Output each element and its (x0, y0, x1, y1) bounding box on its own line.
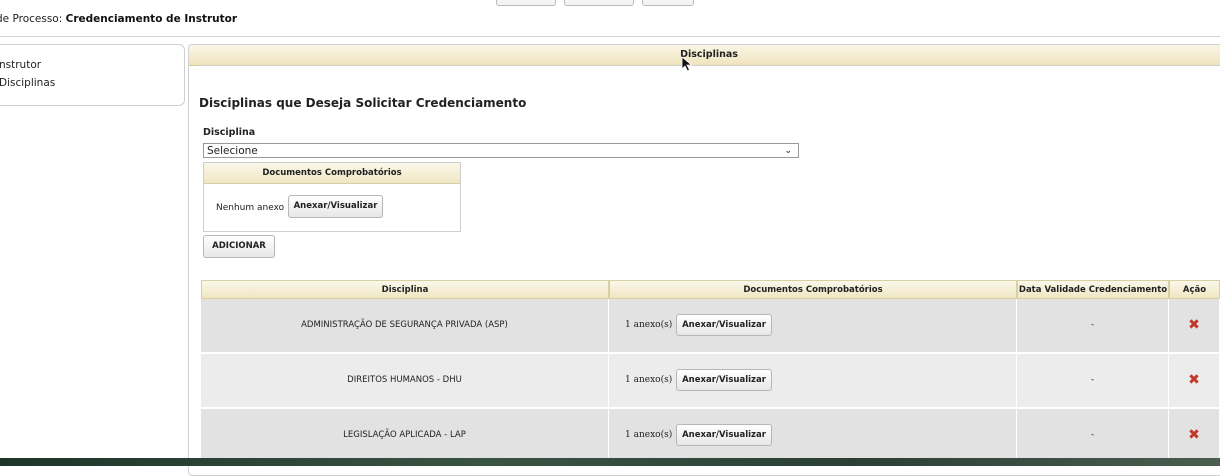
chevron-down-icon: ⌄ (784, 146, 792, 156)
delete-x-icon[interactable]: ✖ (1169, 354, 1219, 407)
attach-view-button[interactable]: Anexar/Visualizar (288, 195, 383, 218)
cell-disciplina: LEGISLAÇÃO APLICADA - LAP (201, 409, 609, 462)
cell-disciplina: DIREITOS HUMANOS - DHU (201, 354, 609, 407)
row-validade: - (1090, 375, 1095, 385)
row-validade: - (1090, 320, 1095, 330)
mouse-pointer-icon (681, 56, 693, 72)
row-attach-button[interactable]: Anexar/Visualizar (676, 314, 772, 336)
section-title: Disciplinas que Deseja Solicitar Credenc… (199, 96, 527, 110)
cell-acao: ✖ (1169, 409, 1220, 462)
col-header-acao: Ação (1169, 280, 1220, 299)
cell-acao: ✖ (1169, 354, 1220, 407)
desktop-background-strip (0, 458, 1220, 466)
table-row: LEGISLAÇÃO APLICADA - LAP 1 anexo(s) Ane… (201, 409, 1220, 462)
disciplina-select[interactable]: Selecione ⌄ (203, 143, 799, 158)
row-validade: - (1090, 430, 1095, 440)
top-button-3[interactable] (642, 0, 694, 6)
panel-title: Disciplinas (189, 45, 1220, 66)
sidebar: nstrutor Disciplinas (0, 44, 185, 106)
cell-documentos: 1 anexo(s) Anexar/Visualizar (609, 299, 1017, 352)
sidebar-item-instrutor[interactable]: nstrutor (0, 59, 41, 71)
select-value: Selecione (207, 145, 258, 157)
cell-documentos: 1 anexo(s) Anexar/Visualizar (609, 409, 1017, 462)
row-anexos: 1 anexo(s) (625, 320, 673, 330)
col-header-disciplina: Disciplina (201, 280, 609, 299)
no-attachment-text: Nenhum anexo (216, 203, 285, 213)
cell-documentos: 1 anexo(s) Anexar/Visualizar (609, 354, 1017, 407)
sidebar-item-disciplinas[interactable]: Disciplinas (0, 77, 55, 89)
cell-validade: - (1017, 299, 1169, 352)
top-toolbar (496, 0, 694, 6)
delete-x-icon[interactable]: ✖ (1169, 409, 1219, 462)
row-anexos: 1 anexo(s) (625, 430, 673, 440)
top-button-1[interactable] (496, 0, 556, 6)
col-header-documentos: Documentos Comprobatórios (609, 280, 1017, 299)
top-button-2[interactable] (564, 0, 634, 6)
cell-acao: ✖ (1169, 299, 1220, 352)
table-row: ADMINISTRAÇÃO DE SEGURANÇA PRIVADA (ASP)… (201, 299, 1220, 352)
delete-x-icon[interactable]: ✖ (1169, 299, 1219, 352)
process-name: Credenciamento de Instrutor (65, 13, 238, 25)
add-button[interactable]: ADICIONAR (203, 235, 275, 258)
process-label: de Processo: (0, 13, 63, 25)
cell-validade: - (1017, 409, 1169, 462)
header-divider (0, 36, 1220, 37)
process-header: de Processo: Credenciamento de Instrutor (0, 13, 237, 25)
table-row: DIREITOS HUMANOS - DHU 1 anexo(s) Anexar… (201, 354, 1220, 407)
cell-validade: - (1017, 354, 1169, 407)
section-divider (200, 65, 1220, 66)
documentos-box-title: Documentos Comprobatórios (204, 163, 460, 184)
row-anexos: 1 anexo(s) (625, 375, 673, 385)
disciplina-label: Disciplina (203, 127, 256, 138)
row-disciplina: DIREITOS HUMANOS - DHU (347, 375, 462, 385)
cell-disciplina: ADMINISTRAÇÃO DE SEGURANÇA PRIVADA (ASP) (201, 299, 609, 352)
col-header-validade: Data Validade Credenciamento (1017, 280, 1169, 299)
row-disciplina: LEGISLAÇÃO APLICADA - LAP (343, 430, 466, 440)
row-attach-button[interactable]: Anexar/Visualizar (676, 424, 772, 446)
row-disciplina: ADMINISTRAÇÃO DE SEGURANÇA PRIVADA (ASP) (301, 320, 508, 330)
row-attach-button[interactable]: Anexar/Visualizar (676, 369, 772, 391)
